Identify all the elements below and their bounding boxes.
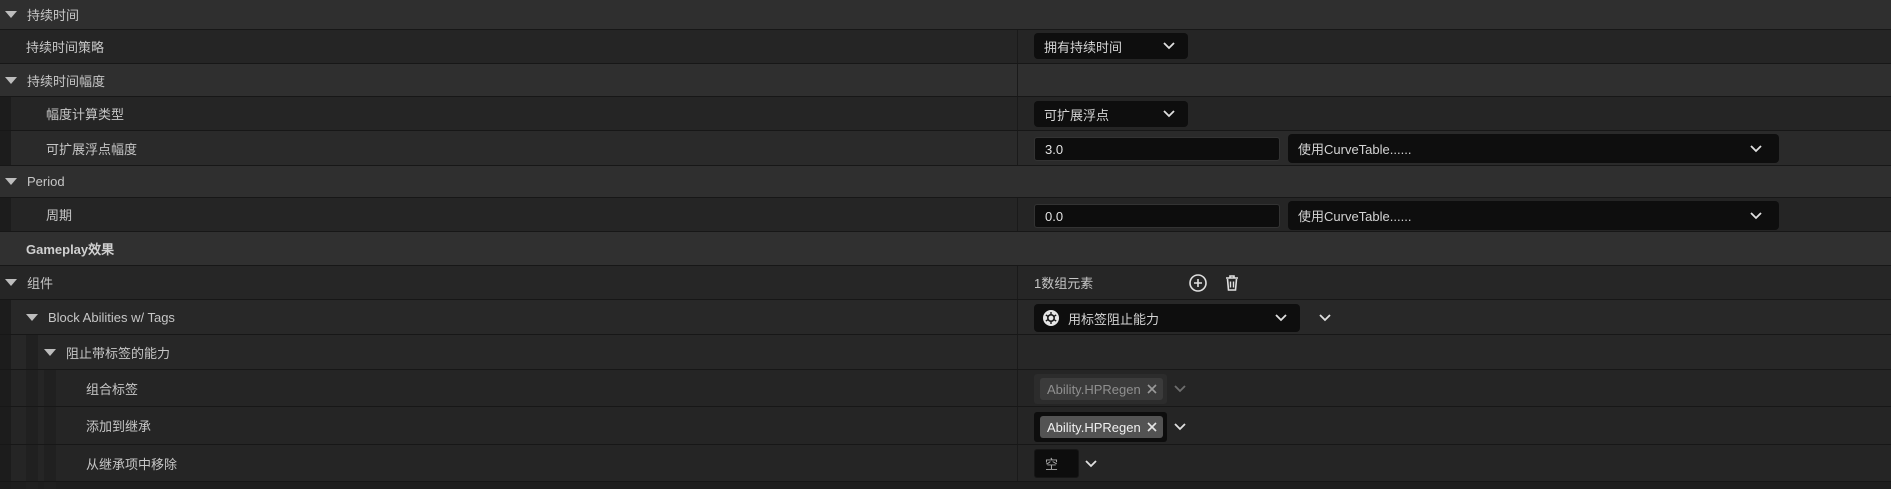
scalable-float-magnitude-input[interactable]: 3.0 (1034, 137, 1280, 161)
details-panel: 持续时间 持续时间策略 拥有持续时间 持续时间幅度 幅度计算类型 可扩展浮点 可… (0, 0, 1891, 489)
tag-chip-label: Ability.HPRegen (1047, 381, 1141, 397)
property-remove-inherit: 从继承项中移除 空 (0, 444, 1891, 481)
tag-chip: Ability.HPRegen (1040, 378, 1163, 400)
property-block-tagged-abilities: 阻止带标签的能力 (0, 334, 1891, 369)
chevron-down-icon[interactable] (1084, 457, 1098, 471)
scalable-float-magnitude-label: 可扩展浮点幅度 (46, 141, 138, 157)
chevron-down-icon (1174, 385, 1186, 393)
property-added-inherit: 添加到继承 Ability.HPRegen (0, 406, 1891, 444)
period-input[interactable]: 0.0 (1034, 204, 1280, 228)
component-class-value: 用标签阻止能力 (1068, 311, 1160, 327)
gameplay-effect-label: Gameplay效果 (26, 242, 115, 257)
expand-triangle-icon[interactable] (44, 348, 56, 356)
property-period: 周期 0.0 使用CurveTable...... (0, 197, 1891, 231)
duration-policy-value: 拥有持续时间 (1044, 39, 1123, 55)
property-components: 组件 1数组元素 (0, 265, 1891, 299)
components-label: 组件 (27, 276, 54, 291)
chevron-down-icon (1275, 314, 1287, 322)
category-duration[interactable]: 持续时间 (0, 0, 1891, 29)
component-class-dropdown[interactable]: 用标签阻止能力 (1034, 304, 1300, 332)
chevron-down-icon (1750, 145, 1762, 153)
expand-triangle-icon[interactable] (26, 313, 38, 321)
expand-triangle-icon[interactable] (5, 11, 17, 18)
curve-table-dropdown[interactable]: 使用CurveTable...... (1288, 134, 1779, 163)
chevron-down-icon (1750, 212, 1762, 220)
duration-policy-dropdown[interactable]: 拥有持续时间 (1034, 33, 1188, 59)
chevron-down-icon[interactable] (1173, 420, 1187, 434)
category-duration-label: 持续时间 (27, 8, 80, 23)
duration-policy-label: 持续时间策略 (26, 40, 105, 55)
close-icon[interactable] (1141, 416, 1163, 438)
tag-chip[interactable]: Ability.HPRegen (1040, 416, 1163, 438)
expand-triangle-icon[interactable] (5, 279, 17, 286)
remove-inherit-label: 从继承项中移除 (86, 456, 178, 472)
magnitude-calc-type-value: 可扩展浮点 (1044, 107, 1110, 123)
block-tagged-label: 阻止带标签的能力 (66, 345, 171, 361)
added-inherit-label: 添加到继承 (86, 419, 152, 434)
category-gameplay-effect[interactable]: Gameplay效果 (0, 231, 1891, 265)
magnitude-calc-type-dropdown[interactable]: 可扩展浮点 (1034, 101, 1188, 127)
period-label: 周期 (46, 208, 73, 223)
property-combined-tags: 组合标签 Ability.HPRegen (0, 369, 1891, 406)
curve-table-value: 使用CurveTable...... (1298, 142, 1412, 157)
components-count: 1数组元素 (1034, 276, 1094, 291)
plus-circle-icon[interactable] (1187, 272, 1209, 294)
bottom-strip (0, 481, 1891, 489)
curve-table-dropdown[interactable]: 使用CurveTable...... (1288, 201, 1779, 230)
expand-triangle-icon[interactable] (5, 178, 17, 185)
trash-icon[interactable] (1221, 272, 1243, 294)
period-section-label: Period (27, 174, 65, 189)
close-icon (1141, 378, 1163, 400)
magnitude-calc-type-label: 幅度计算类型 (46, 107, 125, 122)
category-period[interactable]: Period (0, 165, 1891, 197)
curve-table-value: 使用CurveTable...... (1298, 209, 1412, 224)
gear-icon (1043, 310, 1059, 326)
chevron-down-icon (1163, 110, 1175, 118)
property-duration-policy: 持续时间策略 拥有持续时间 (0, 29, 1891, 63)
category-duration-magnitude[interactable]: 持续时间幅度 (0, 63, 1891, 96)
combined-tags-label: 组合标签 (86, 381, 139, 397)
property-block-abilities: Block Abilities w/ Tags 用标签阻止能力 (0, 299, 1891, 334)
chevron-down-icon[interactable] (1318, 311, 1332, 325)
empty-tag-container[interactable]: 空 (1034, 449, 1079, 478)
expand-triangle-icon[interactable] (5, 76, 17, 84)
block-abilities-label: Block Abilities w/ Tags (48, 309, 175, 325)
duration-magnitude-label: 持续时间幅度 (27, 73, 106, 89)
tag-chip-label: Ability.HPRegen (1047, 419, 1141, 435)
chevron-down-icon (1163, 42, 1175, 50)
property-scalable-float-magnitude: 可扩展浮点幅度 3.0 使用CurveTable...... (0, 130, 1891, 165)
property-magnitude-calc-type: 幅度计算类型 可扩展浮点 (0, 96, 1891, 130)
